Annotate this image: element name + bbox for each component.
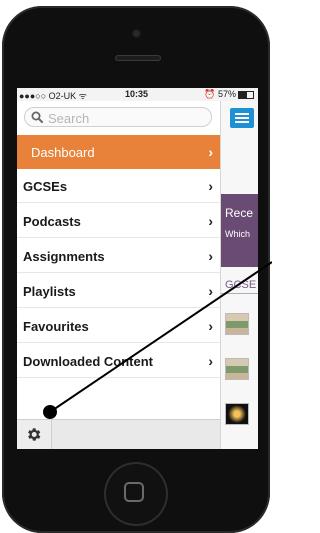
hamburger-icon bbox=[235, 113, 249, 115]
banner-subtitle: Which bbox=[225, 229, 251, 239]
main-content-peek: Rece Which GCSE bbox=[220, 101, 258, 449]
chevron-right-icon: › bbox=[208, 283, 213, 299]
battery-status: ⏰ 57% bbox=[204, 89, 254, 100]
front-camera bbox=[132, 29, 141, 38]
battery-icon bbox=[238, 90, 254, 99]
search-icon bbox=[31, 111, 43, 123]
menu-item-downloaded-content[interactable]: Downloaded Content › bbox=[17, 344, 220, 378]
home-square-icon bbox=[124, 482, 144, 502]
earpiece-speaker bbox=[115, 55, 161, 61]
hamburger-line bbox=[235, 121, 249, 123]
menu-item-label: Downloaded Content bbox=[23, 354, 153, 369]
menu-item-dashboard[interactable]: Dashboard › bbox=[17, 135, 220, 169]
menu-item-playlists[interactable]: Playlists › bbox=[17, 274, 220, 308]
chevron-right-icon: › bbox=[208, 318, 213, 334]
content-thumbnail[interactable] bbox=[225, 313, 249, 335]
menu-item-podcasts[interactable]: Podcasts › bbox=[17, 204, 220, 238]
menu-item-label: Favourites bbox=[23, 319, 89, 334]
search-bar: Search bbox=[17, 101, 220, 135]
battery-percent: 57% bbox=[217, 89, 236, 99]
alarm-icon: ⏰ bbox=[204, 89, 216, 99]
menu-item-label: Playlists bbox=[23, 284, 76, 299]
menu-item-label: GCSEs bbox=[23, 179, 68, 194]
menu-item-favourites[interactable]: Favourites › bbox=[17, 309, 220, 343]
status-bar: ●●●○○ O2-UK ᯤ 10:35 ⏰ 57% bbox=[17, 88, 258, 101]
banner-title: Rece bbox=[225, 206, 254, 220]
menu-item-label: Dashboard bbox=[31, 145, 95, 160]
chevron-right-icon: › bbox=[208, 213, 213, 229]
menu-item-label: Assignments bbox=[23, 249, 105, 264]
menu-item-label: Podcasts bbox=[23, 214, 81, 229]
status-time: 10:35 bbox=[125, 89, 149, 99]
menu-toggle-button[interactable] bbox=[230, 108, 254, 128]
menu-item-assignments[interactable]: Assignments › bbox=[17, 239, 220, 273]
search-placeholder: Search bbox=[48, 111, 90, 126]
hamburger-line bbox=[235, 117, 249, 119]
menu-item-gcses[interactable]: GCSEs › bbox=[17, 169, 220, 203]
content-thumbnail[interactable] bbox=[225, 358, 249, 380]
chevron-right-icon: › bbox=[208, 353, 213, 369]
gear-icon bbox=[28, 428, 41, 441]
settings-bar bbox=[17, 419, 220, 449]
side-drawer-menu: Search Dashboard › GCSEs › Podcasts › As… bbox=[17, 101, 220, 449]
content-thumbnail[interactable] bbox=[225, 403, 249, 425]
section-divider bbox=[221, 293, 258, 294]
chevron-right-icon: › bbox=[208, 248, 213, 264]
recent-banner[interactable]: Rece Which bbox=[221, 194, 258, 267]
phone-screen: ●●●○○ O2-UK ᯤ 10:35 ⏰ 57% Search Dashboa… bbox=[17, 88, 258, 449]
chevron-right-icon: › bbox=[208, 178, 213, 194]
section-label: GCSE bbox=[225, 279, 257, 291]
chevron-right-icon: › bbox=[208, 144, 213, 160]
settings-button[interactable] bbox=[17, 420, 52, 449]
phone-frame: ●●●○○ O2-UK ᯤ 10:35 ⏰ 57% Search Dashboa… bbox=[0, 0, 272, 533]
